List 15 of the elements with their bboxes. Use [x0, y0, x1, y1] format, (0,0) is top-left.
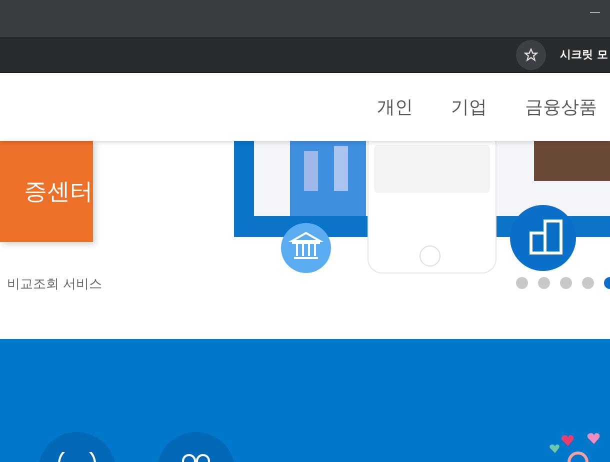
carousel-dot[interactable] [516, 277, 528, 289]
incognito-label: 시크릿 모 [560, 47, 608, 62]
glasses-icon [181, 452, 211, 462]
carousel-dot[interactable] [538, 277, 550, 289]
star-icon [524, 48, 538, 62]
minimize-icon [590, 12, 600, 14]
carousel-dot[interactable] [560, 277, 572, 289]
promo-card-title: 증센터 [24, 178, 93, 207]
bookmark-star-button[interactable] [516, 40, 546, 70]
carousel-dot[interactable] [582, 277, 594, 289]
nav-item[interactable]: 기업 [451, 95, 487, 119]
nav-item[interactable]: 금융상품 [525, 95, 597, 119]
circle-outline-icon [57, 452, 97, 462]
nav-item[interactable]: 개인 [377, 95, 413, 119]
service-caption: 비교조회 서비스 [7, 276, 104, 293]
